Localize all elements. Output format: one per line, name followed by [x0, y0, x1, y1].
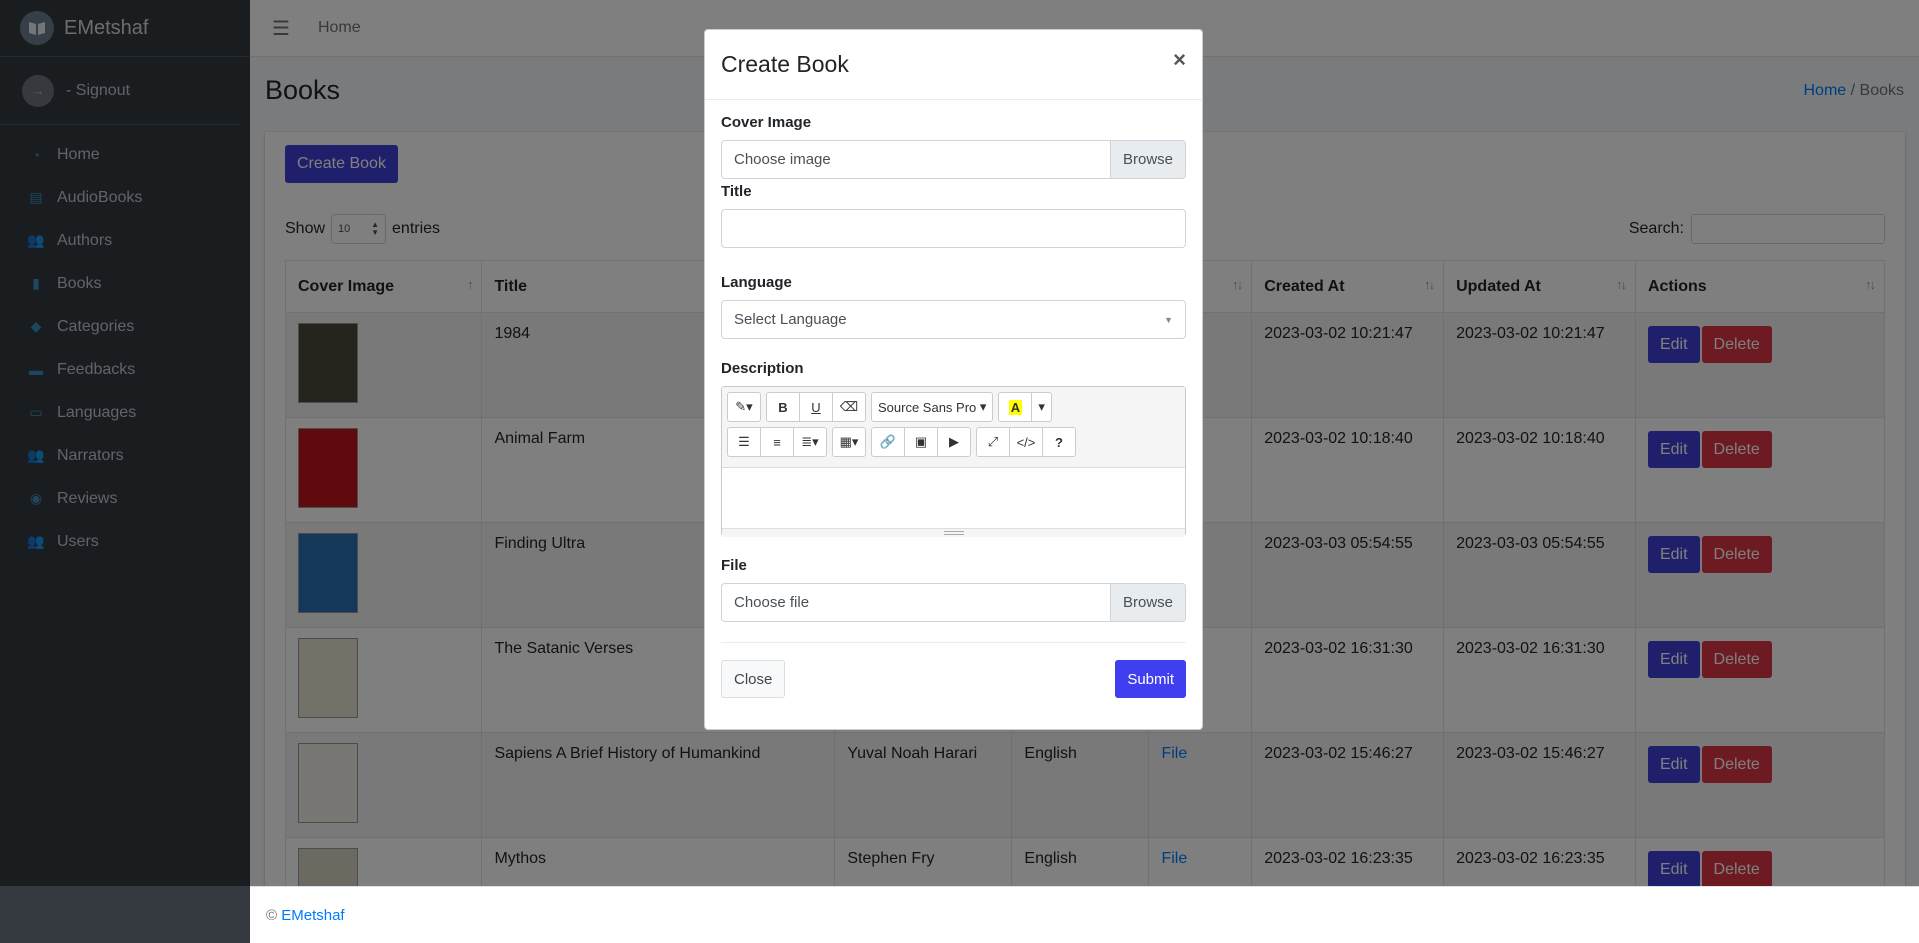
text-color-icon[interactable]: A — [998, 392, 1033, 422]
editor-resize-handle[interactable] — [722, 528, 1185, 537]
cover-image-input[interactable]: Choose image Browse — [721, 140, 1186, 179]
modal-body: Cover Image Choose image Browse Title La… — [705, 100, 1202, 622]
cover-image-placeholder: Choose image — [734, 151, 831, 168]
editor-toolbar: ✎▾ B U ⌫ Source Sans Pro ▾ A ▾ ☰ ≡ ≣▾ ▦▾… — [722, 387, 1185, 468]
cover-browse-button[interactable]: Browse — [1110, 141, 1185, 178]
footer-link[interactable]: EMetshaf — [281, 907, 344, 924]
copyright-symbol: © — [266, 907, 278, 924]
description-editor: ✎▾ B U ⌫ Source Sans Pro ▾ A ▾ ☰ ≡ ≣▾ ▦▾… — [721, 386, 1186, 537]
description-textarea[interactable] — [722, 468, 1185, 528]
file-label: File — [721, 557, 747, 574]
fullscreen-icon[interactable]: ⤢ — [976, 427, 1010, 457]
modal-header: Create Book × — [705, 30, 1202, 100]
underline-icon[interactable]: U — [799, 392, 833, 422]
file-placeholder: Choose file — [734, 594, 810, 611]
magic-wand-icon[interactable]: ✎▾ — [727, 392, 761, 422]
image-icon[interactable]: ▣ — [904, 427, 938, 457]
cover-image-label: Cover Image — [721, 114, 812, 131]
font-name: Source Sans Pro — [878, 399, 977, 415]
title-label: Title — [721, 183, 752, 200]
table-icon[interactable]: ▦▾ — [832, 427, 866, 457]
code-view-icon[interactable]: </> — [1009, 427, 1043, 457]
language-label: Language — [721, 274, 792, 291]
bold-icon[interactable]: B — [766, 392, 800, 422]
font-family-dropdown[interactable]: Source Sans Pro ▾ — [871, 392, 994, 422]
link-icon[interactable]: 🔗 — [871, 427, 905, 457]
modal-footer: Close Submit — [721, 642, 1186, 698]
bullet-list-icon[interactable]: ☰ — [727, 427, 761, 457]
close-button[interactable]: Close — [721, 660, 786, 698]
book-file-input[interactable]: Choose file Browse — [721, 583, 1186, 622]
eraser-icon[interactable]: ⌫ — [832, 392, 866, 422]
language-placeholder: Select Language — [734, 311, 847, 328]
align-icon[interactable]: ≣▾ — [793, 427, 827, 457]
footer: © EMetshaf — [250, 886, 1919, 943]
submit-button[interactable]: Submit — [1115, 660, 1186, 698]
color-dropdown-icon[interactable]: ▾ — [1031, 392, 1052, 422]
create-book-modal: Create Book × Cover Image Choose image B… — [704, 29, 1203, 730]
close-icon[interactable]: × — [1173, 47, 1186, 73]
file-browse-button[interactable]: Browse — [1110, 584, 1185, 621]
description-label: Description — [721, 360, 804, 377]
chevron-down-icon: ▼ — [1164, 314, 1173, 325]
video-icon[interactable]: ▶ — [937, 427, 971, 457]
numbered-list-icon[interactable]: ≡ — [760, 427, 794, 457]
help-icon[interactable]: ? — [1042, 427, 1076, 457]
title-input[interactable] — [721, 209, 1186, 248]
language-select[interactable]: Select Language ▼ — [721, 300, 1186, 339]
modal-title: Create Book — [721, 51, 849, 77]
